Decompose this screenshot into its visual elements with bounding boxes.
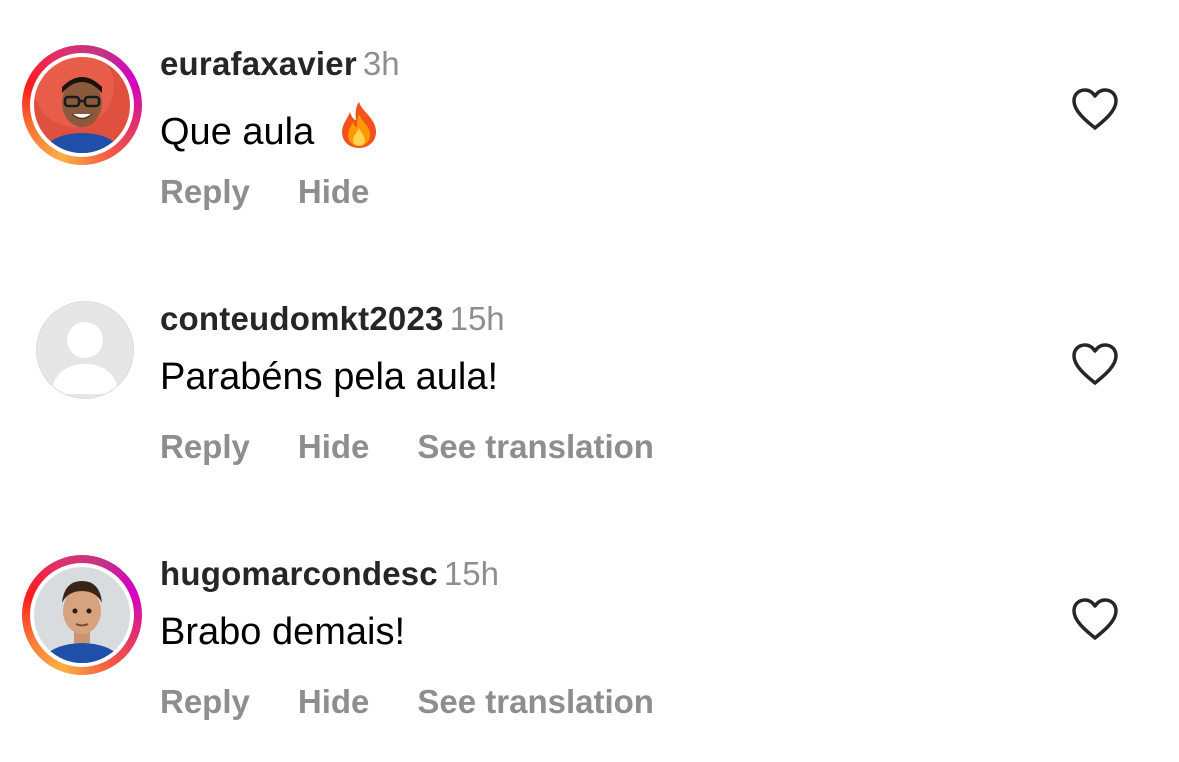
username-link[interactable]: conteudomkt2023 <box>160 300 444 337</box>
comment-item: conteudomkt2023 15h Parabéns pela aula! R… <box>0 255 1179 495</box>
user-photo-icon <box>34 57 130 153</box>
default-avatar-icon <box>37 302 133 398</box>
avatar[interactable] <box>34 57 130 153</box>
comment-text: Que aula <box>160 100 382 160</box>
comment-text: Parabéns pela aula! <box>160 355 498 399</box>
heart-outline-icon[interactable] <box>1070 596 1120 642</box>
avatar-border <box>30 563 134 667</box>
heart-outline-icon[interactable] <box>1070 341 1120 387</box>
timestamp: 15h <box>449 300 505 337</box>
avatar[interactable] <box>34 567 130 663</box>
comment-body: Que aula <box>160 111 315 153</box>
comment-item: hugomarcondesc 15h Brabo demais! Reply Hid… <box>0 510 1179 750</box>
story-ring[interactable] <box>22 555 142 675</box>
fire-emoji-icon <box>336 100 382 160</box>
comment-actions: Reply Hide <box>160 172 417 212</box>
timestamp: 15h <box>443 555 499 592</box>
timestamp: 3h <box>362 45 400 82</box>
comment-meta: hugomarcondesc 15h <box>160 554 499 594</box>
user-photo-icon <box>34 567 130 663</box>
story-ring[interactable] <box>22 45 142 165</box>
comment-body: Brabo demais! <box>160 611 406 653</box>
comment-actions: Reply Hide See translation <box>160 427 702 467</box>
username-link[interactable]: eurafaxavier <box>160 45 357 82</box>
see-translation-button[interactable]: See translation <box>417 427 654 467</box>
reply-button[interactable]: Reply <box>160 172 250 212</box>
username-link[interactable]: hugomarcondesc <box>160 555 438 592</box>
comment-text: Brabo demais! <box>160 610 405 654</box>
comment-body: Parabéns pela aula! <box>160 356 499 398</box>
comment-actions: Reply Hide See translation <box>160 682 702 722</box>
comment-meta: eurafaxavier 3h <box>160 44 400 84</box>
reply-button[interactable]: Reply <box>160 427 250 467</box>
avatar[interactable] <box>36 301 134 399</box>
see-translation-button[interactable]: See translation <box>417 682 654 722</box>
heart-outline-icon[interactable] <box>1070 86 1120 132</box>
comment-meta: conteudomkt2023 15h <box>160 299 505 339</box>
comment-item: eurafaxavier 3h Que aula Reply Hide <box>0 0 1179 240</box>
reply-button[interactable]: Reply <box>160 682 250 722</box>
hide-button[interactable]: Hide <box>298 172 370 212</box>
hide-button[interactable]: Hide <box>298 682 370 722</box>
avatar-border <box>30 53 134 157</box>
hide-button[interactable]: Hide <box>298 427 370 467</box>
